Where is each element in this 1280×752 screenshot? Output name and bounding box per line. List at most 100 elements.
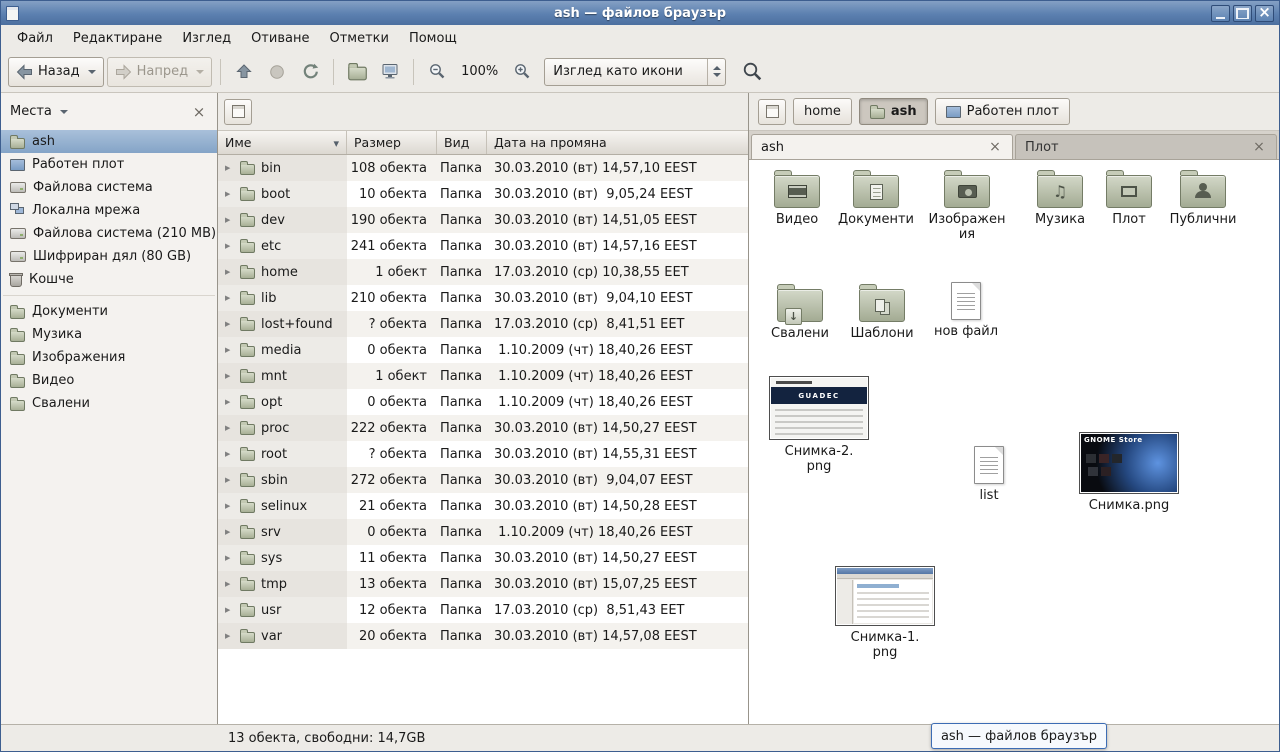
table-row[interactable]: opt 0 обекта Папка 1.10.2009 (чт) 18,40,… — [218, 389, 748, 415]
taskbar-window-button[interactable]: ash — файлов браузър — [931, 723, 1107, 749]
pane-location-button[interactable] — [224, 99, 252, 125]
pane-location-button[interactable] — [758, 99, 786, 125]
sidebar-item-desktop[interactable]: Работен плот — [1, 153, 217, 176]
expander-icon[interactable] — [225, 476, 234, 484]
table-row[interactable]: sbin 272 обекта Папка 30.03.2010 (вт) 9,… — [218, 467, 748, 493]
window-title: ash — файлов браузър — [1, 6, 1279, 21]
view-mode-select[interactable]: Изглед като икони — [544, 58, 726, 86]
table-row[interactable]: tmp 13 обекта Папка 30.03.2010 (вт) 15,0… — [218, 571, 748, 597]
image-item-snimka-1[interactable]: Снимка-1.png — [833, 566, 937, 661]
up-button[interactable] — [229, 57, 259, 87]
sidebar-item-downloads[interactable]: Свалени — [1, 392, 217, 415]
sidebar-item-ash[interactable]: ash — [1, 130, 217, 153]
folder-item-video[interactable]: Видео — [765, 166, 829, 228]
expander-icon[interactable] — [225, 242, 234, 250]
table-row[interactable]: media 0 обекта Папка 1.10.2009 (чт) 18,4… — [218, 337, 748, 363]
table-row[interactable]: boot 10 обекта Папка 30.03.2010 (вт) 9,0… — [218, 181, 748, 207]
expander-icon[interactable] — [225, 502, 234, 510]
table-row[interactable]: home 1 обект Папка 17.03.2010 (ср) 10,38… — [218, 259, 748, 285]
folder-item-templates[interactable]: Шаблони — [849, 280, 915, 342]
folder-item-downloads[interactable]: Свалени — [767, 280, 833, 342]
folder-item-music[interactable]: Музика — [1027, 166, 1093, 228]
sidebar-item-encrypted-partition[interactable]: Шифриран дял (80 GB) — [1, 245, 217, 268]
expander-icon[interactable] — [225, 580, 234, 588]
reload-button[interactable] — [295, 57, 325, 87]
expander-icon[interactable] — [225, 632, 234, 640]
expander-icon[interactable] — [225, 268, 234, 276]
zoom-out-button[interactable] — [422, 57, 452, 87]
sidebar-item-filesystem-210mb[interactable]: Файлова система (210 MB) — [1, 222, 217, 245]
stop-button[interactable] — [262, 57, 292, 87]
column-header-size[interactable]: Размер — [347, 131, 437, 154]
menu-bookmarks[interactable]: Отметки — [319, 25, 398, 51]
expander-icon[interactable] — [225, 398, 234, 406]
breadcrumb-ash[interactable]: ash — [859, 98, 928, 125]
sidebar-item-filesystem[interactable]: Файлова система — [1, 176, 217, 199]
sidebar-close-icon[interactable] — [190, 103, 208, 121]
table-row[interactable]: bin 108 обекта Папка 30.03.2010 (вт) 14,… — [218, 155, 748, 181]
table-row[interactable]: lost+found ? обекта Папка 17.03.2010 (ср… — [218, 311, 748, 337]
table-row[interactable]: proc 222 обекта Папка 30.03.2010 (вт) 14… — [218, 415, 748, 441]
sidebar-item-network[interactable]: Локална мрежа — [1, 199, 217, 222]
breadcrumb-home[interactable]: home — [793, 98, 852, 125]
column-header-type[interactable]: Вид — [437, 131, 487, 154]
back-button[interactable]: Назад — [8, 57, 104, 87]
table-row[interactable]: srv 0 обекта Папка 1.10.2009 (чт) 18,40,… — [218, 519, 748, 545]
tab-close-icon[interactable] — [987, 139, 1003, 155]
folder-item-documents[interactable]: Документи — [835, 166, 917, 228]
tab-close-icon[interactable] — [1251, 139, 1267, 155]
expander-icon[interactable] — [225, 606, 234, 614]
zoom-in-button[interactable] — [507, 57, 537, 87]
table-row[interactable]: selinux 21 обекта Папка 30.03.2010 (вт) … — [218, 493, 748, 519]
table-row[interactable]: lib 210 обекта Папка 30.03.2010 (вт) 9,0… — [218, 285, 748, 311]
table-row[interactable]: sys 11 обекта Папка 30.03.2010 (вт) 14,5… — [218, 545, 748, 571]
maximize-button[interactable] — [1233, 5, 1252, 22]
table-row[interactable]: dev 190 обекта Папка 30.03.2010 (вт) 14,… — [218, 207, 748, 233]
column-header-name[interactable]: Име — [218, 131, 347, 154]
tab-plot[interactable]: Плот — [1015, 134, 1277, 159]
expander-icon[interactable] — [225, 372, 234, 380]
expander-icon[interactable] — [225, 554, 234, 562]
expander-icon[interactable] — [225, 164, 234, 172]
table-row[interactable]: usr 12 обекта Папка 17.03.2010 (ср) 8,51… — [218, 597, 748, 623]
expander-icon[interactable] — [225, 450, 234, 458]
expander-icon[interactable] — [225, 528, 234, 536]
file-item-new-file[interactable]: нов файл — [933, 282, 999, 340]
expander-icon[interactable] — [225, 320, 234, 328]
breadcrumb-desktop[interactable]: Работен плот — [935, 98, 1070, 125]
expander-icon[interactable] — [225, 424, 234, 432]
image-item-snimka[interactable]: GNOME Store Снимка.png — [1077, 432, 1181, 514]
table-row[interactable]: root ? обекта Папка 30.03.2010 (вт) 14,5… — [218, 441, 748, 467]
expander-icon[interactable] — [225, 190, 234, 198]
sidebar-item-trash[interactable]: Кошче — [1, 268, 217, 291]
home-folder-button[interactable] — [342, 57, 372, 87]
folder-item-desktop[interactable]: Плот — [1099, 166, 1159, 228]
table-row[interactable]: mnt 1 обект Папка 1.10.2009 (чт) 18,40,2… — [218, 363, 748, 389]
folder-item-pictures[interactable]: Изображения — [927, 166, 1007, 243]
expander-icon[interactable] — [225, 346, 234, 354]
tab-ash[interactable]: ash — [751, 134, 1013, 159]
sidebar-item-video[interactable]: Видео — [1, 369, 217, 392]
sidebar-item-pictures[interactable]: Изображения — [1, 346, 217, 369]
file-item-list[interactable]: list — [957, 446, 1021, 504]
sidebar-pane-selector-icon[interactable] — [60, 110, 68, 114]
menu-view[interactable]: Изглед — [172, 25, 241, 51]
minimize-button[interactable] — [1211, 5, 1230, 22]
folder-item-public[interactable]: Публични — [1165, 166, 1241, 228]
close-button[interactable] — [1255, 5, 1274, 22]
expander-icon[interactable] — [225, 216, 234, 224]
table-row[interactable]: etc 241 обекта Папка 30.03.2010 (вт) 14,… — [218, 233, 748, 259]
table-row[interactable]: var 20 обекта Папка 30.03.2010 (вт) 14,5… — [218, 623, 748, 649]
forward-button[interactable]: Напред — [107, 57, 212, 87]
menu-help[interactable]: Помощ — [399, 25, 467, 51]
computer-button[interactable] — [375, 57, 405, 87]
search-button[interactable] — [737, 57, 767, 87]
sidebar-item-music[interactable]: Музика — [1, 323, 217, 346]
menu-file[interactable]: Файл — [7, 25, 63, 51]
column-header-date[interactable]: Дата на промяна — [487, 131, 748, 154]
expander-icon[interactable] — [225, 294, 234, 302]
image-item-snimka-2[interactable]: GUADEC Снимка-2.png — [767, 376, 871, 475]
menu-edit[interactable]: Редактиране — [63, 25, 172, 51]
menu-go[interactable]: Отиване — [241, 25, 319, 51]
sidebar-item-documents[interactable]: Документи — [1, 300, 217, 323]
